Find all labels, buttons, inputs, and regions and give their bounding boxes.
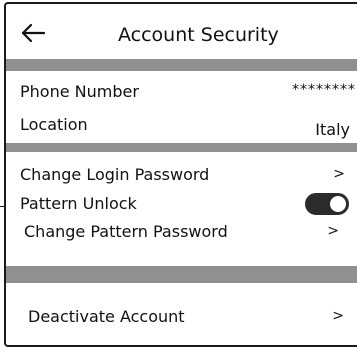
- change-login-password-row[interactable]: Change Login Password >: [6, 162, 357, 190]
- phone-screen: Account Security Phone Number ******** L…: [4, 2, 357, 347]
- location-value: Italy: [315, 120, 350, 139]
- pattern-unlock-label: Pattern Unlock: [20, 194, 137, 213]
- location-row: Location Italy: [6, 112, 357, 140]
- section-divider: [6, 266, 357, 283]
- pattern-unlock-toggle[interactable]: [305, 193, 349, 215]
- phone-number-label: Phone Number: [20, 82, 139, 101]
- pattern-unlock-row: Pattern Unlock: [6, 191, 357, 219]
- header-bar: Account Security: [6, 18, 357, 52]
- deactivate-account-row[interactable]: Deactivate Account >: [6, 304, 357, 332]
- change-pattern-password-label: Change Pattern Password: [24, 222, 228, 241]
- chevron-right-icon: >: [327, 223, 339, 239]
- change-pattern-password-row[interactable]: Change Pattern Password >: [6, 219, 357, 247]
- page-title: Account Security: [118, 24, 279, 46]
- section-divider: [6, 143, 357, 152]
- section-divider: [6, 59, 357, 71]
- chevron-right-icon: >: [332, 308, 344, 324]
- toggle-knob: [330, 196, 346, 212]
- change-login-password-label: Change Login Password: [20, 165, 210, 184]
- chevron-right-icon: >: [333, 166, 345, 182]
- deactivate-account-label: Deactivate Account: [28, 307, 185, 326]
- phone-number-row: Phone Number ********: [6, 79, 357, 107]
- location-label: Location: [20, 115, 88, 134]
- phone-number-value: ********: [292, 82, 356, 98]
- back-arrow-icon[interactable]: [20, 20, 46, 46]
